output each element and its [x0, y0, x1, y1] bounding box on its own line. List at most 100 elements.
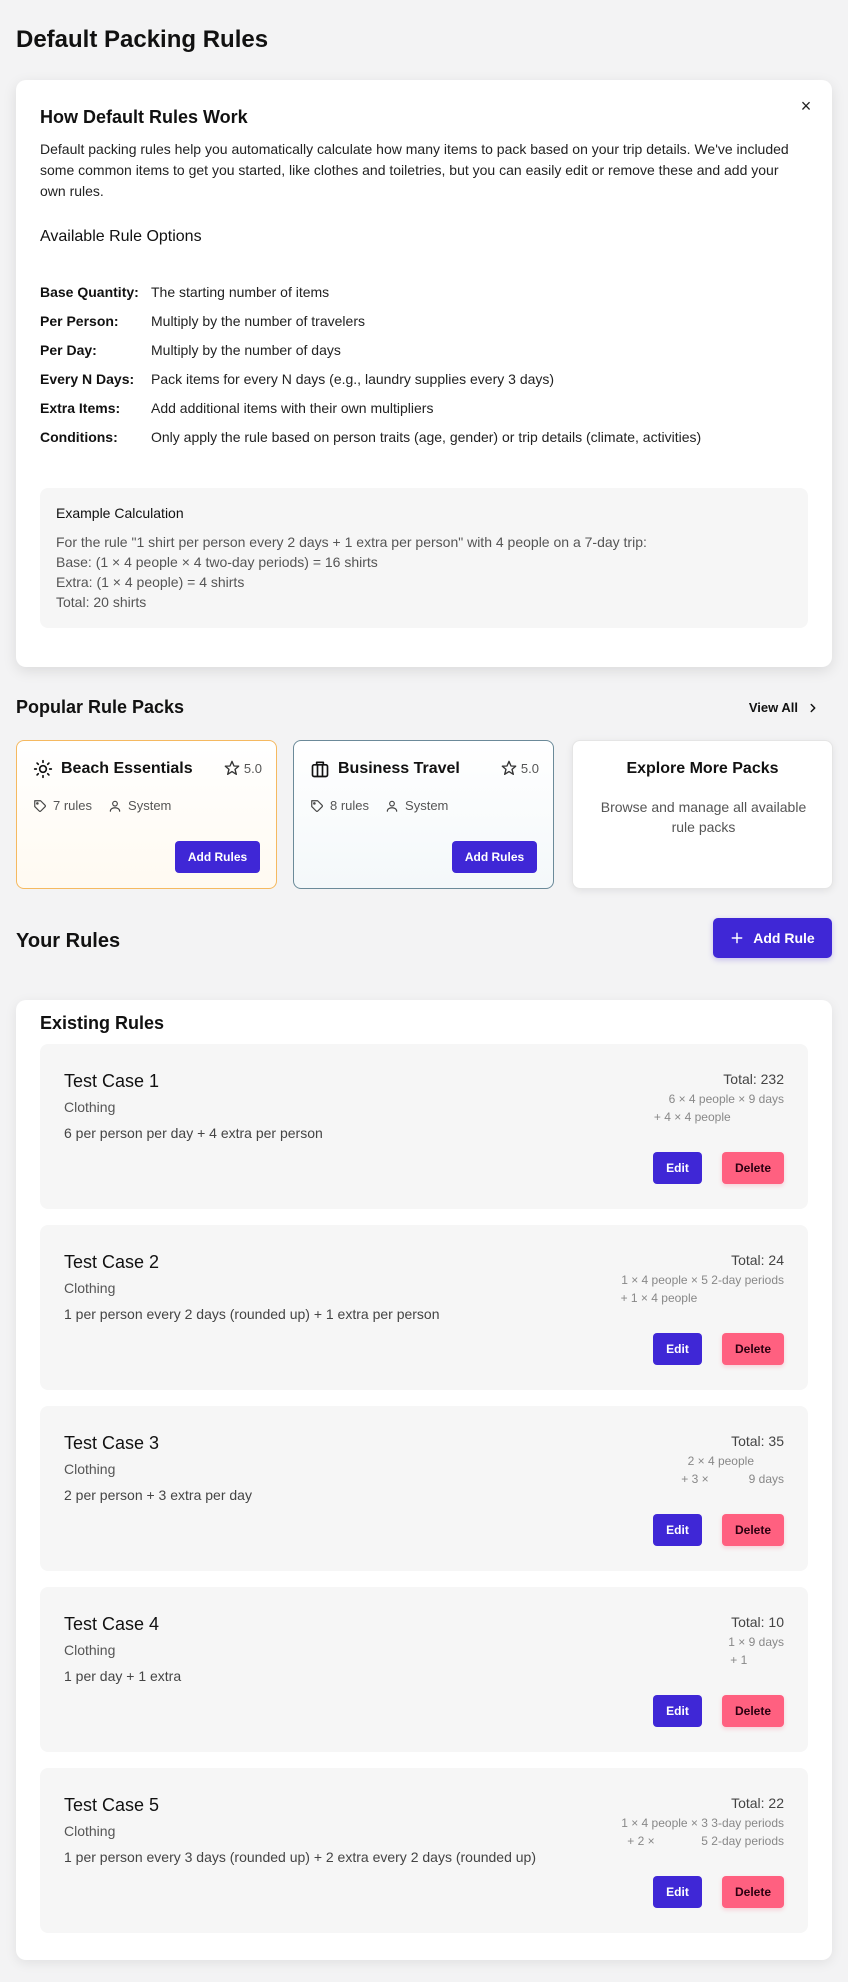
edit-button[interactable]: Edit — [653, 1695, 702, 1727]
tag-icon — [311, 799, 323, 812]
pack-rating: 5.0 — [224, 760, 262, 776]
rule-name: Test Case 3 — [64, 1433, 160, 1453]
pack-meta: 8 rules System — [310, 798, 448, 813]
plus-icon — [731, 932, 743, 944]
rule-name: Test Case 5 — [64, 1795, 160, 1815]
rule-total: Total: 24 — [731, 1252, 784, 1268]
add-rule-button[interactable]: Add Rule — [713, 918, 832, 958]
rule-option-key: Per Person: — [40, 313, 119, 329]
add-rules-button[interactable]: Add Rules — [452, 841, 537, 873]
star-icon — [501, 760, 517, 775]
rule-category: Clothing — [64, 1280, 116, 1296]
rule-option: Per Day: Multiply by the number of days — [40, 340, 800, 369]
rule-category: Clothing — [64, 1823, 116, 1839]
rule-option-value: Add additional items with their own mult… — [151, 400, 434, 416]
add-rules-button[interactable]: Add Rules — [175, 841, 260, 873]
edit-button[interactable]: Edit — [653, 1876, 702, 1908]
rule-pack-card-business-travel[interactable]: Business Travel 5.0 8 rules System Add R… — [293, 740, 554, 889]
info-description: Default packing rules help you automatic… — [40, 141, 789, 199]
star-icon — [224, 760, 240, 775]
explore-text: Browse and manage all available rule pac… — [600, 799, 807, 835]
edit-button[interactable]: Edit — [653, 1152, 702, 1184]
rule-option: Extra Items: Add additional items with th… — [40, 398, 800, 427]
rule-description: 2 per person + 3 extra per day — [64, 1487, 252, 1503]
rule-name: Test Case 2 — [64, 1252, 160, 1272]
delete-button[interactable]: Delete — [722, 1876, 784, 1908]
rule-packs-title: Popular Rule Packs — [16, 697, 185, 717]
example-line: Extra: (1 × 4 people) = 4 shirts — [56, 574, 245, 590]
rule-breakdown-line: + 4 × 4 people — [653, 1110, 784, 1124]
rule-breakdown-line: 1 × 9 days — [728, 1635, 784, 1649]
rule-description: 1 per person every 2 days (rounded up) +… — [64, 1306, 440, 1322]
rule-category: Clothing — [64, 1642, 116, 1658]
edit-button[interactable]: Edit — [653, 1514, 702, 1546]
rule-card: Test Case 1 Clothing 6 per person per da… — [40, 1044, 808, 1209]
rule-card: Test Case 4 Clothing 1 per day + 1 extra… — [40, 1587, 808, 1752]
pack-author: System — [128, 798, 172, 813]
rule-option-key: Conditions: — [40, 429, 118, 445]
pack-rating: 5.0 — [501, 760, 539, 776]
pack-author: System — [405, 798, 449, 813]
rule-breakdown-line: + 1 × 4 people — [620, 1291, 784, 1305]
sun-icon — [33, 759, 53, 779]
rule-option-value: Multiply by the number of days — [151, 342, 341, 358]
rule-breakdown: 6 × 4 people × 9 days + 4 × 4 people — [654, 1090, 784, 1126]
pack-rating-value: 5.0 — [243, 760, 262, 776]
rule-option: Base Quantity: The starting number of ite… — [40, 282, 800, 311]
rule-option-key: Per Day: — [40, 342, 97, 358]
rule-packs-header: Popular Rule Packs View All — [16, 697, 832, 721]
user-icon — [386, 800, 398, 812]
briefcase-icon — [311, 761, 329, 778]
rule-name: Test Case 4 — [64, 1614, 160, 1634]
rule-breakdown-line: + 3 × 9 days — [681, 1472, 784, 1486]
rule-card: Test Case 5 Clothing 1 per person every … — [40, 1768, 808, 1933]
example-title: Example Calculation — [56, 505, 184, 521]
rule-card: Test Case 3 Clothing 2 per person + 3 ex… — [40, 1406, 808, 1571]
your-rules-title: Your Rules — [16, 930, 121, 952]
rule-breakdown: 1 × 4 people × 5 2-day periods + 1 × 4 p… — [621, 1271, 784, 1307]
user-icon — [109, 800, 121, 812]
tag-icon — [34, 799, 46, 812]
info-title: How Default Rules Work — [40, 107, 248, 127]
rule-breakdown: 2 × 4 people + 3 × 9 days — [681, 1452, 784, 1488]
close-icon[interactable]: × — [794, 94, 818, 118]
rule-option-value: Multiply by the number of travelers — [151, 313, 365, 329]
rule-name: Test Case 1 — [64, 1071, 160, 1091]
rule-option-key: Extra Items: — [40, 400, 121, 416]
delete-button[interactable]: Delete — [722, 1333, 784, 1365]
chevron-right-icon — [810, 703, 816, 712]
pack-rule-count: 7 rules — [53, 798, 93, 813]
delete-button[interactable]: Delete — [722, 1152, 784, 1184]
rule-breakdown-line: 1 × 4 people × 3 3-day periods — [621, 1816, 784, 1830]
example-line: For the rule "1 shirt per person every 2… — [56, 534, 647, 550]
rule-options-title: Available Rule Options — [40, 228, 202, 245]
rule-option: Conditions: Only apply the rule based on … — [40, 427, 800, 456]
example-line: Total: 20 shirts — [56, 594, 147, 610]
rule-breakdown-line: 2 × 4 people — [687, 1454, 784, 1468]
rule-option-value: The starting number of items — [151, 284, 330, 300]
rule-breakdown: 1 × 9 days + 1 — [728, 1633, 784, 1669]
rule-breakdown-line: 6 × 4 people × 9 days — [668, 1092, 784, 1106]
rule-breakdown-line: + 2 × 5 2-day periods — [627, 1834, 784, 1848]
how-rules-work-card: × How Default Rules Work Default packing… — [16, 80, 832, 667]
view-all-link[interactable]: View All — [749, 700, 820, 715]
delete-button[interactable]: Delete — [722, 1514, 784, 1546]
edit-button[interactable]: Edit — [653, 1333, 702, 1365]
rule-option-value: Only apply the rule based on person trai… — [151, 429, 702, 445]
rule-option-key: Every N Days: — [40, 371, 135, 387]
pack-rule-count: 8 rules — [330, 798, 370, 813]
example-calculation: Example Calculation For the rule "1 shir… — [40, 488, 808, 628]
rule-option-key: Base Quantity: — [40, 284, 139, 300]
explore-more-packs-card[interactable]: Explore More Packs Browse and manage all… — [572, 740, 833, 889]
rule-breakdown: 1 × 4 people × 3 3-day periods + 2 × 5 2… — [621, 1814, 784, 1850]
rule-description: 1 per day + 1 extra — [64, 1668, 182, 1684]
rule-option: Per Person: Multiply by the number of tra… — [40, 311, 800, 340]
rule-pack-card-beach-essentials[interactable]: Beach Essentials 5.0 7 rules System Add … — [16, 740, 277, 889]
rule-breakdown-line: 1 × 4 people × 5 2-day periods — [621, 1273, 784, 1287]
delete-button[interactable]: Delete — [722, 1695, 784, 1727]
rule-breakdown-line: + 1 — [730, 1653, 784, 1667]
example-line: Base: (1 × 4 people × 4 two-day periods)… — [56, 554, 378, 570]
rule-card: Test Case 2 Clothing 1 per person every … — [40, 1225, 808, 1390]
rule-category: Clothing — [64, 1099, 116, 1115]
pack-rating-value: 5.0 — [520, 760, 539, 776]
